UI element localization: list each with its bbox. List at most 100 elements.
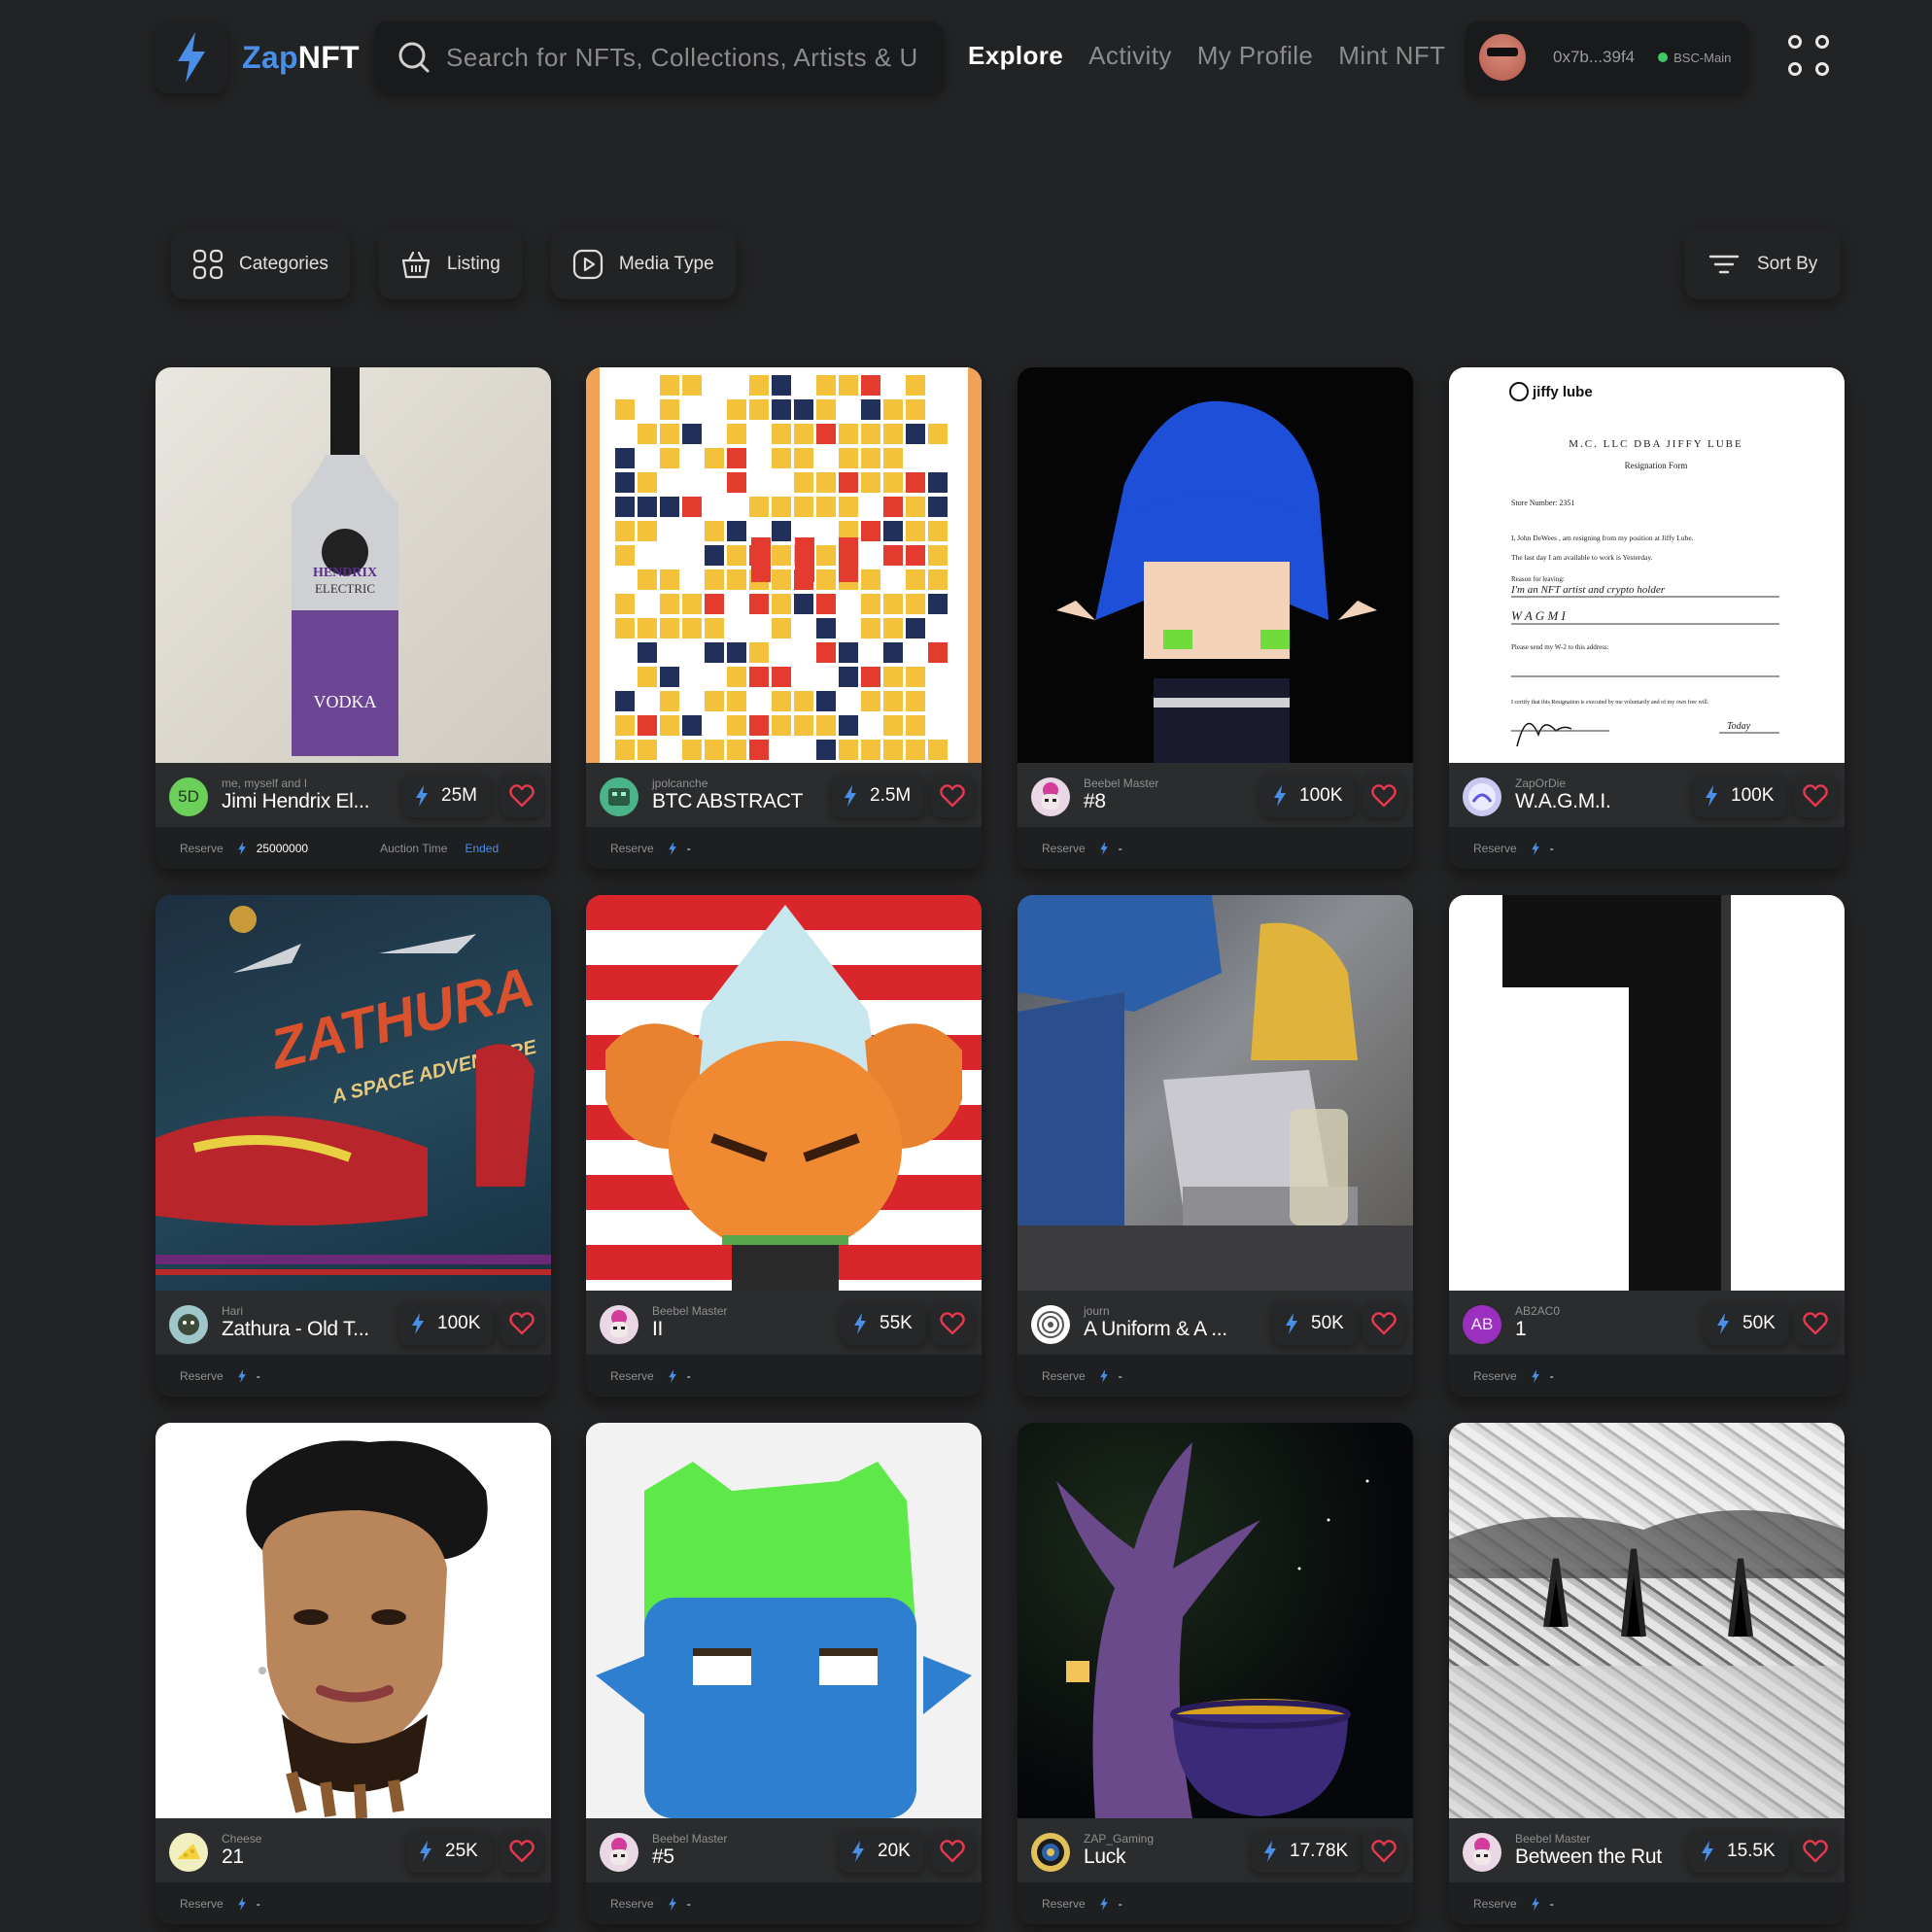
nft-card[interactable]: ZAP_Gaming Luck 17.78K Reserve - (1018, 1423, 1413, 1924)
nft-card[interactable]: Beebel Master #8 100K Reserve - (1018, 367, 1413, 869)
creator-name[interactable]: Beebel Master (652, 1304, 727, 1318)
nft-title[interactable]: 21 (222, 1846, 244, 1869)
like-button[interactable] (931, 1830, 974, 1873)
nft-image[interactable] (1018, 367, 1413, 763)
reserve-value: - (1549, 1896, 1554, 1911)
nft-card[interactable]: jpolcanche BTC ABSTRACT 2.5M Reserve - (586, 367, 982, 869)
nft-title[interactable]: BTC ABSTRACT (652, 790, 803, 813)
creator-name[interactable]: ZAP_Gaming (1084, 1832, 1154, 1846)
nft-image[interactable] (586, 895, 982, 1291)
creator-name[interactable]: Beebel Master (1084, 776, 1158, 790)
avatar[interactable] (1031, 777, 1070, 816)
like-button[interactable] (500, 1830, 543, 1873)
creator-name[interactable]: ZapOrDie (1515, 776, 1566, 790)
creator-name[interactable]: me, myself and I (222, 776, 307, 790)
reserve-label: Reserve (1042, 1368, 1086, 1383)
nft-title[interactable]: Luck (1084, 1846, 1125, 1869)
nft-card[interactable]: journ A Uniform & A ... 50K Reserve - (1018, 895, 1413, 1397)
nft-card[interactable]: Beebel Master #5 20K Reserve - (586, 1423, 982, 1924)
avatar[interactable] (600, 1833, 638, 1872)
app-logo-text[interactable]: ZapNFT (242, 40, 360, 76)
categories-button[interactable]: Categories (171, 229, 350, 299)
avatar[interactable] (600, 777, 638, 816)
avatar[interactable] (1031, 1305, 1070, 1344)
avatar[interactable] (600, 1305, 638, 1344)
nft-image[interactable]: jiffy lube M.C. LLC DBA JIFFY LUBE Resig… (1449, 367, 1845, 763)
svg-text:jiffy lube: jiffy lube (1532, 384, 1593, 400)
nav-mint-nft[interactable]: Mint NFT (1338, 41, 1445, 71)
nft-title[interactable]: W.A.G.M.I. (1515, 790, 1611, 813)
card-footer: Reserve - (1018, 827, 1413, 869)
creator-name[interactable]: jpolcanche (652, 776, 707, 790)
main-nav: Explore Activity My Profile Mint NFT (968, 41, 1445, 71)
nft-title[interactable]: II (652, 1318, 663, 1341)
price-badge: 50K (1704, 1302, 1789, 1345)
sort-by-button[interactable]: Sort By (1685, 229, 1841, 299)
media-type-button[interactable]: Media Type (550, 229, 736, 299)
creator-name[interactable]: Beebel Master (652, 1832, 727, 1846)
nft-card[interactable]: Cheese 21 25K Reserve - (155, 1423, 551, 1924)
nft-image[interactable]: HENDRIX ELECTRIC VODKA (155, 367, 551, 763)
apps-menu-icon[interactable] (1788, 35, 1833, 80)
reserve-label: Reserve (180, 841, 224, 855)
nft-title[interactable]: Between the Rut (1515, 1846, 1662, 1869)
like-button[interactable] (1794, 1830, 1837, 1873)
reserve-value: - (1118, 841, 1122, 855)
avatar[interactable] (1031, 1833, 1070, 1872)
zap-icon (1099, 1368, 1108, 1383)
nft-card[interactable]: AB AB2AC0 1 50K Reserve - (1449, 895, 1845, 1397)
creator-name[interactable]: journ (1084, 1304, 1110, 1318)
nft-image[interactable] (155, 1423, 551, 1818)
nft-card[interactable]: Beebel Master Between the Rut 15.5K Rese… (1449, 1423, 1845, 1924)
creator-name[interactable]: AB2AC0 (1515, 1304, 1560, 1318)
like-button[interactable] (1363, 775, 1405, 817)
like-button[interactable] (1363, 1830, 1405, 1873)
zap-icon (1531, 1368, 1539, 1383)
nav-explore[interactable]: Explore (968, 41, 1063, 71)
avatar[interactable]: 5D (169, 777, 208, 816)
creator-name[interactable]: Cheese (222, 1832, 261, 1846)
avatar[interactable] (1463, 777, 1501, 816)
avatar[interactable] (1463, 1833, 1501, 1872)
nft-title[interactable]: Zathura - Old T... (222, 1318, 369, 1341)
nft-card[interactable]: jiffy lube M.C. LLC DBA JIFFY LUBE Resig… (1449, 367, 1845, 869)
nft-title[interactable]: 1 (1515, 1318, 1527, 1341)
like-button[interactable] (1363, 1302, 1405, 1345)
nft-card[interactable]: HENDRIX ELECTRIC VODKA 5D me, myself and… (155, 367, 551, 869)
nft-image[interactable] (586, 367, 982, 763)
nft-title[interactable]: #8 (1084, 790, 1106, 813)
nav-my-profile[interactable]: My Profile (1197, 41, 1314, 71)
card-info: journ A Uniform & A ... 50K (1018, 1291, 1413, 1355)
like-button[interactable] (1794, 1302, 1837, 1345)
nft-title[interactable]: Jimi Hendrix El... (222, 790, 369, 813)
nft-card[interactable]: Beebel Master II 55K Reserve - (586, 895, 982, 1397)
creator-name[interactable]: Hari (222, 1304, 243, 1318)
nft-image[interactable]: ZATHURA A SPACE ADVENTURE (155, 895, 551, 1291)
avatar[interactable] (169, 1305, 208, 1344)
search-input[interactable] (446, 42, 932, 73)
like-button[interactable] (500, 775, 543, 817)
nav-activity[interactable]: Activity (1088, 41, 1172, 71)
reserve-label: Reserve (610, 841, 654, 855)
logo-icon[interactable] (155, 21, 227, 93)
avatar[interactable] (169, 1833, 208, 1872)
like-button[interactable] (500, 1302, 543, 1345)
like-button[interactable] (931, 1302, 974, 1345)
listing-button[interactable]: Listing (378, 229, 522, 299)
nft-title[interactable]: #5 (652, 1846, 674, 1869)
nft-title[interactable]: A Uniform & A ... (1084, 1318, 1227, 1341)
avatar[interactable]: AB (1463, 1305, 1501, 1344)
wallet-button[interactable]: 0x7b...39f4 BSC-Main (1466, 21, 1749, 93)
reserve-label: Reserve (1473, 1896, 1517, 1911)
like-button[interactable] (1794, 775, 1837, 817)
nft-card[interactable]: ZATHURA A SPACE ADVENTURE Hari Zathura -… (155, 895, 551, 1397)
nft-image[interactable] (1449, 1423, 1845, 1818)
nft-image[interactable] (1018, 895, 1413, 1291)
svg-text:VODKA: VODKA (314, 692, 377, 711)
creator-name[interactable]: Beebel Master (1515, 1832, 1590, 1846)
nft-image[interactable] (1449, 895, 1845, 1291)
nft-image[interactable] (586, 1423, 982, 1818)
like-button[interactable] (931, 775, 974, 817)
card-footer: Reserve 25000000 Auction Time Ended (155, 827, 551, 869)
nft-image[interactable] (1018, 1423, 1413, 1818)
